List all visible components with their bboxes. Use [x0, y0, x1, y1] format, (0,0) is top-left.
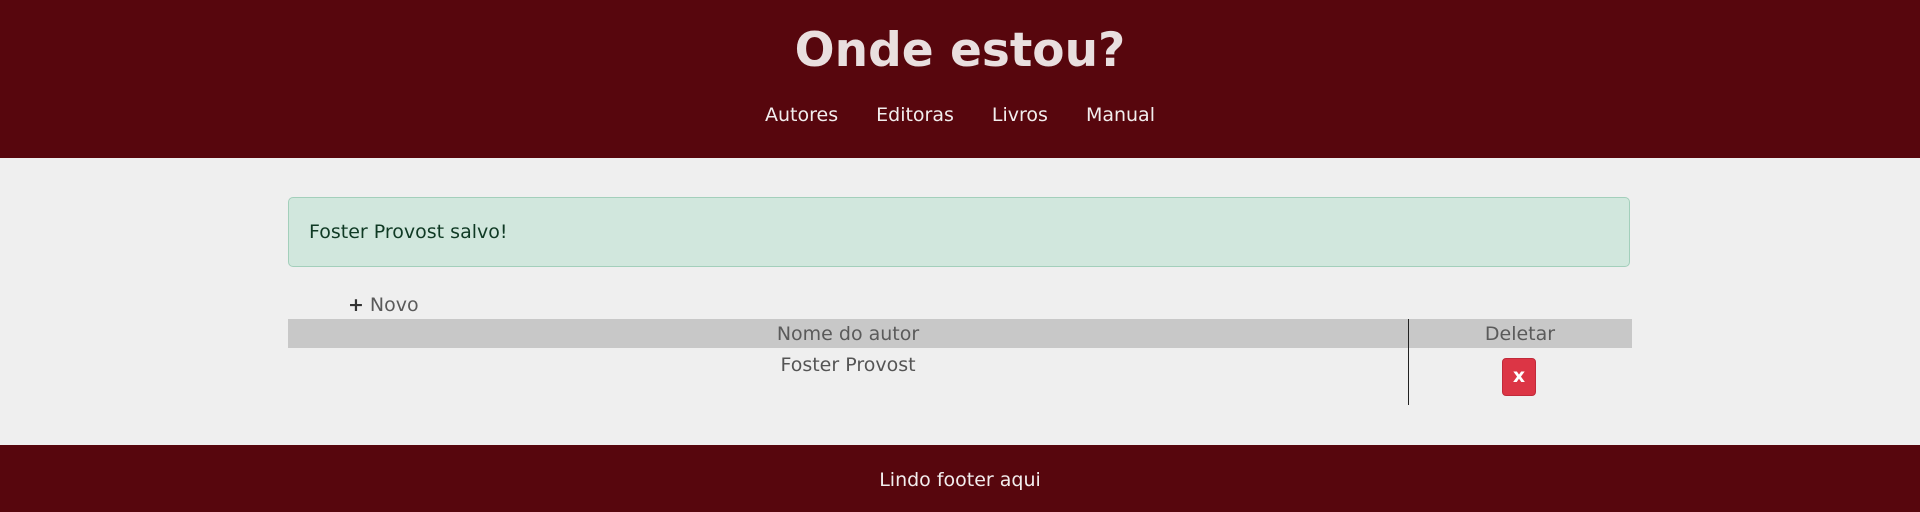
- nav-link-editoras[interactable]: Editoras: [876, 102, 954, 128]
- site-footer: Lindo footer aqui: [0, 445, 1920, 512]
- alert-message: Foster Provost salvo!: [309, 221, 508, 243]
- column-header-delete: Deletar: [1484, 323, 1556, 345]
- success-alert: Foster Provost salvo!: [288, 197, 1630, 267]
- plus-icon: +: [348, 294, 364, 316]
- table-header: Nome do autor Deletar: [288, 319, 1632, 348]
- site-header: Onde estou? Autores Editoras Livros Manu…: [0, 0, 1920, 158]
- column-header-author-name: Nome do autor: [776, 323, 920, 345]
- nav-link-autores[interactable]: Autores: [765, 102, 838, 128]
- new-author-button[interactable]: + Novo: [348, 292, 419, 318]
- page-title: Onde estou?: [794, 23, 1126, 78]
- author-name-cell: Foster Provost: [780, 354, 916, 376]
- main-nav: Autores Editoras Livros Manual: [0, 102, 1920, 128]
- nav-link-manual[interactable]: Manual: [1086, 102, 1155, 128]
- new-author-label: Novo: [369, 294, 419, 316]
- nav-link-livros[interactable]: Livros: [992, 102, 1048, 128]
- delete-author-button[interactable]: x: [1502, 358, 1536, 396]
- footer-text: Lindo footer aqui: [879, 469, 1041, 491]
- column-divider: [1408, 319, 1409, 405]
